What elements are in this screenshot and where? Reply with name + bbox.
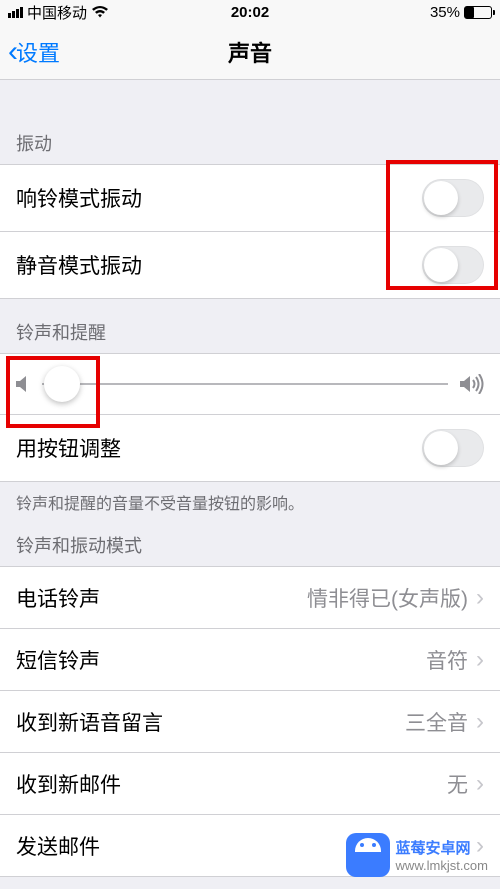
volume-slider-row: [0, 353, 500, 415]
button-adjust-list: 用按钮调整: [0, 415, 500, 482]
ringtone-footer: 铃声和提醒的音量不受音量按钮的影响。: [0, 482, 500, 524]
chevron-right-icon: ›: [476, 584, 484, 612]
send-mail-label: 发送邮件: [16, 831, 100, 861]
watermark-title: 蓝莓安卓网: [396, 837, 488, 858]
phone-ringtone-value: 情非得已(女声版): [307, 583, 468, 613]
carrier-label: 中国移动: [27, 2, 87, 23]
voicemail-label: 收到新语音留言: [16, 707, 163, 737]
silent-vibrate-toggle[interactable]: [422, 246, 484, 284]
status-right: 35%: [430, 4, 492, 21]
phone-ringtone-row[interactable]: 电话铃声 情非得已(女声版) ›: [0, 567, 500, 629]
volume-slider[interactable]: [42, 383, 448, 385]
signal-icon: [8, 7, 23, 18]
section-header-vibration: 振动: [0, 110, 500, 164]
chevron-right-icon: ›: [476, 646, 484, 674]
slider-thumb[interactable]: [44, 366, 80, 402]
wifi-icon: [91, 6, 109, 19]
watermark: 蓝莓安卓网 www.lmkjst.com: [346, 833, 488, 877]
status-left: 中国移动: [8, 2, 109, 23]
chevron-right-icon: ›: [476, 708, 484, 736]
watermark-icon: [346, 833, 390, 877]
sms-ringtone-value: 音符: [426, 645, 468, 675]
section-header-ringtone: 铃声和提醒: [0, 299, 500, 353]
status-time: 20:02: [231, 4, 269, 21]
speaker-low-icon: [16, 375, 30, 393]
phone-ringtone-label: 电话铃声: [16, 583, 100, 613]
back-button[interactable]: ‹ 设置: [8, 36, 60, 68]
battery-icon: [464, 6, 492, 19]
button-adjust-row: 用按钮调整: [0, 415, 500, 482]
sms-ringtone-row[interactable]: 短信铃声 音符 ›: [0, 629, 500, 691]
button-adjust-label: 用按钮调整: [16, 433, 121, 463]
ring-vibrate-toggle[interactable]: [422, 179, 484, 217]
back-label: 设置: [16, 36, 60, 68]
patterns-list: 电话铃声 情非得已(女声版) › 短信铃声 音符 › 收到新语音留言 三全音 ›…: [0, 566, 500, 877]
status-bar: 中国移动 20:02 35%: [0, 0, 500, 24]
speaker-high-icon: [460, 374, 484, 394]
new-mail-row[interactable]: 收到新邮件 无 ›: [0, 753, 500, 815]
ring-vibrate-label: 响铃模式振动: [16, 183, 142, 213]
new-mail-value: 无: [447, 769, 468, 799]
battery-percent: 35%: [430, 4, 460, 21]
voicemail-row[interactable]: 收到新语音留言 三全音 ›: [0, 691, 500, 753]
page-title: 声音: [228, 36, 272, 68]
watermark-url: www.lmkjst.com: [396, 858, 488, 873]
new-mail-label: 收到新邮件: [16, 769, 121, 799]
sms-ringtone-label: 短信铃声: [16, 645, 100, 675]
section-header-patterns: 铃声和振动模式: [0, 524, 500, 566]
vibration-list: 响铃模式振动 静音模式振动: [0, 164, 500, 299]
nav-bar: ‹ 设置 声音: [0, 24, 500, 80]
voicemail-value: 三全音: [405, 707, 468, 737]
silent-vibrate-label: 静音模式振动: [16, 250, 142, 280]
silent-vibrate-row: 静音模式振动: [0, 232, 500, 299]
button-adjust-toggle[interactable]: [422, 429, 484, 467]
chevron-right-icon: ›: [476, 770, 484, 798]
ring-vibrate-row: 响铃模式振动: [0, 165, 500, 232]
